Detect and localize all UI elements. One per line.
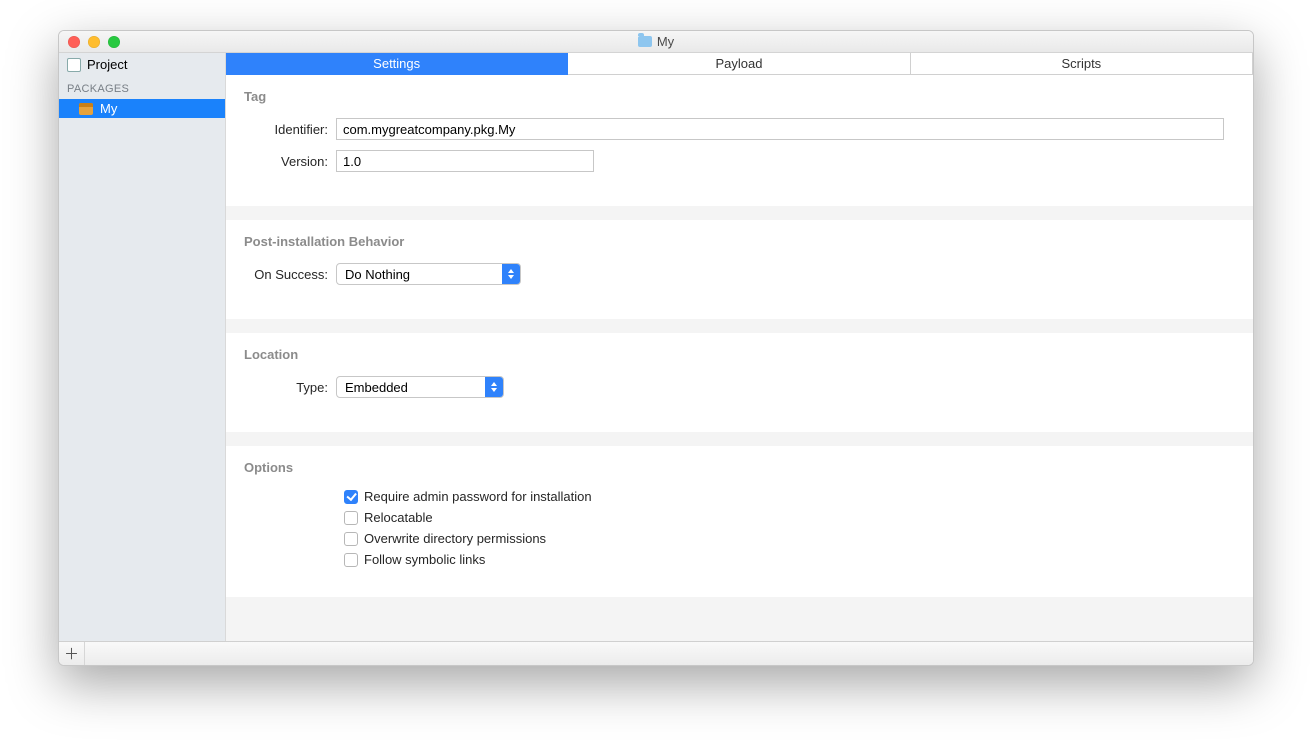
version-input[interactable]: [336, 150, 594, 172]
label-require-admin: Require admin password for installation: [364, 489, 592, 504]
section-options-title: Options: [244, 460, 1235, 475]
project-icon: [67, 58, 81, 72]
section-tag: Tag Identifier: Version:: [226, 75, 1253, 206]
section-post-install: Post-installation Behavior On Success: D…: [226, 220, 1253, 319]
checkbox-follow-symlinks[interactable]: [344, 553, 358, 567]
section-location-title: Location: [244, 347, 1235, 362]
main-tabs: Settings Payload Scripts: [226, 53, 1253, 75]
on-success-label: On Success:: [244, 267, 336, 282]
sidebar-project-label: Project: [87, 57, 127, 72]
sidebar-package-name: My: [100, 101, 117, 116]
location-type-value: Embedded: [337, 380, 416, 395]
label-relocatable: Relocatable: [364, 510, 433, 525]
main-pane: Settings Payload Scripts Tag Identifier:…: [226, 53, 1253, 641]
folder-icon: [638, 36, 652, 47]
chevron-up-down-icon: [485, 377, 503, 397]
location-type-label: Type:: [244, 380, 336, 395]
sidebar-package-item[interactable]: My: [59, 99, 225, 118]
on-success-select[interactable]: Do Nothing: [336, 263, 521, 285]
bottom-toolbar: ＋: [59, 641, 1253, 665]
tab-payload[interactable]: Payload: [568, 53, 910, 75]
section-tag-title: Tag: [244, 89, 1235, 104]
section-options: Options Require admin password for insta…: [226, 446, 1253, 597]
checkbox-relocatable[interactable]: [344, 511, 358, 525]
tab-scripts[interactable]: Scripts: [911, 53, 1253, 75]
identifier-input[interactable]: [336, 118, 1224, 140]
chevron-up-down-icon: [502, 264, 520, 284]
identifier-label: Identifier:: [244, 122, 336, 137]
titlebar: My: [59, 31, 1253, 53]
sidebar: Project PACKAGES My: [59, 53, 226, 641]
sidebar-project-row[interactable]: Project: [59, 53, 225, 76]
label-follow-symlinks: Follow symbolic links: [364, 552, 485, 567]
section-post-title: Post-installation Behavior: [244, 234, 1235, 249]
tab-settings[interactable]: Settings: [226, 53, 568, 75]
on-success-value: Do Nothing: [337, 267, 418, 282]
label-overwrite: Overwrite directory permissions: [364, 531, 546, 546]
sidebar-packages-header: PACKAGES: [59, 76, 225, 99]
checkbox-require-admin[interactable]: [344, 490, 358, 504]
package-icon: [79, 103, 93, 115]
window-title: My: [657, 34, 674, 49]
location-type-select[interactable]: Embedded: [336, 376, 504, 398]
checkbox-overwrite[interactable]: [344, 532, 358, 546]
version-label: Version:: [244, 154, 336, 169]
add-button[interactable]: ＋: [59, 642, 85, 665]
app-window: My Project PACKAGES My Settings Payload …: [58, 30, 1254, 666]
section-location: Location Type: Embedded: [226, 333, 1253, 432]
